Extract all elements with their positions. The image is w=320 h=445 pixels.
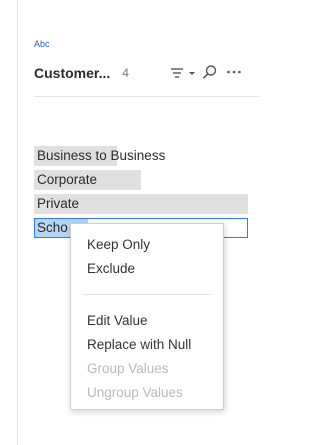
menu-item-edit-value[interactable]: Edit Value [87,313,148,328]
value-row[interactable]: Private [34,194,248,214]
context-menu: Keep Only Exclude Edit Value Replace wit… [70,223,224,410]
field-header: Customer... 4 [34,58,269,88]
header-divider [34,96,259,97]
value-label: Corporate [37,172,98,187]
menu-item-keep-only[interactable]: Keep Only [87,237,150,252]
field-name[interactable]: Customer... [34,65,110,81]
data-type-label[interactable]: Abc [34,39,50,49]
menu-separator [83,294,211,295]
sort-icon[interactable] [170,66,184,80]
distinct-count: 4 [122,66,129,80]
value-label: Private [37,196,80,211]
menu-item-ungroup-values: Ungroup Values [87,385,183,400]
value-row[interactable]: Corporate [34,170,248,190]
menu-item-replace-with-null[interactable]: Replace with Null [87,337,191,352]
menu-item-exclude[interactable]: Exclude [87,261,135,276]
search-icon[interactable] [202,64,218,80]
menu-item-group-values: Group Values [87,361,169,376]
more-icon[interactable] [226,64,242,80]
value-label: Business to Business [37,148,166,163]
chevron-down-icon[interactable] [188,66,196,80]
value-label: Scho [37,220,68,235]
value-row[interactable]: Business to Business [34,146,248,166]
